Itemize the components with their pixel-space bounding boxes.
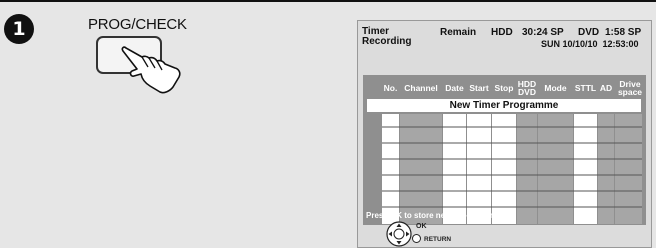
current-datetime: SUN 10/10/10 12:53:00 — [541, 39, 639, 49]
col-no: No. — [383, 83, 398, 93]
hdd-remain-value: 30:24 SP — [522, 27, 564, 38]
col-sttl: STTL — [574, 83, 597, 93]
col-drive-space-line2: space — [617, 87, 643, 97]
col-hdd-dvd: HDD DVD — [517, 78, 537, 98]
prog-check-button[interactable] — [96, 36, 162, 74]
new-timer-programme-row[interactable]: New Timer Programme — [367, 99, 641, 112]
col-stop: Stop — [494, 83, 514, 93]
top-divider — [0, 0, 656, 2]
col-channel: Channel — [404, 83, 438, 93]
dvd-label: DVD — [578, 27, 600, 38]
step-number-badge: 1 — [4, 14, 34, 44]
directional-pad-icon[interactable] — [386, 221, 412, 247]
return-label: RETURN — [424, 236, 452, 243]
title-line-2: Recording — [362, 36, 412, 47]
col-ad: AD — [599, 83, 613, 93]
timer-recording-screen: Timer Recording Remain HDD 30:24 SP DVD … — [357, 20, 652, 248]
col-date: Date — [445, 83, 464, 93]
column-headers: No. Channel Date Start Stop HDD DVD Mode… — [363, 78, 646, 98]
prog-check-label: PROG/CHECK — [88, 16, 187, 33]
col-start: Start — [469, 83, 489, 93]
timer-programme-table: No. Channel Date Start Stop HDD DVD Mode… — [363, 75, 646, 225]
col-drive-space: Drive space — [615, 78, 645, 98]
screen-title: Timer Recording — [362, 27, 411, 47]
col-mode: Mode — [544, 83, 567, 93]
col-hdd-dvd-line2: DVD — [518, 87, 536, 97]
dvd-remain-value: 1:58 SP — [605, 27, 642, 38]
return-button[interactable] — [412, 234, 421, 243]
ok-label: OK — [416, 223, 427, 230]
remain-label: Remain — [440, 27, 477, 38]
hdd-label: HDD — [491, 27, 513, 38]
